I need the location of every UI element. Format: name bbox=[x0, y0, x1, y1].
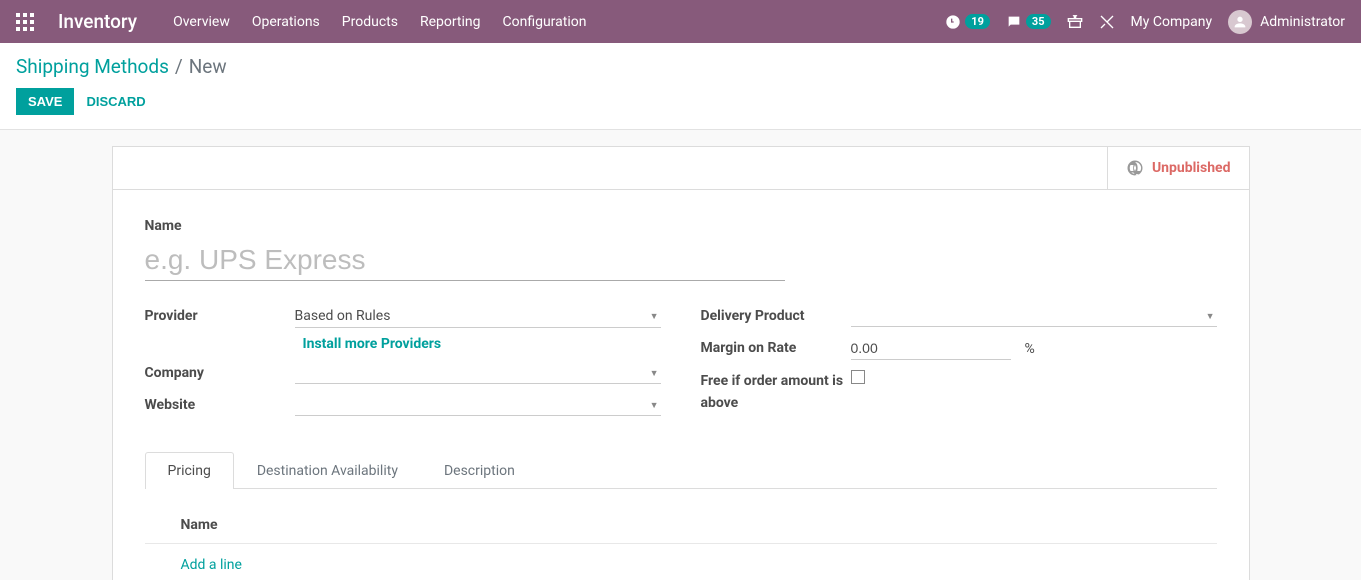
publish-label: Unpublished bbox=[1152, 160, 1231, 176]
delivery-product-value bbox=[851, 305, 1217, 327]
apps-icon[interactable] bbox=[16, 13, 34, 31]
messaging-button[interactable]: 35 bbox=[1006, 14, 1051, 30]
form-body: Name Provider Based on Rules Install mor… bbox=[113, 190, 1249, 580]
tab-content-pricing: Name Add a line bbox=[145, 489, 1217, 580]
avatar bbox=[1228, 10, 1252, 34]
menu-products[interactable]: Products bbox=[342, 14, 398, 30]
website-label: Website bbox=[145, 394, 295, 416]
menu-configuration[interactable]: Configuration bbox=[503, 14, 587, 30]
gift-icon[interactable] bbox=[1067, 14, 1083, 30]
install-providers-link[interactable]: Install more Providers bbox=[303, 336, 442, 352]
user-name: Administrator bbox=[1260, 14, 1345, 30]
breadcrumb-current: New bbox=[189, 55, 227, 78]
tab-pricing[interactable]: Pricing bbox=[145, 452, 234, 489]
margin-input[interactable] bbox=[851, 337, 1011, 360]
provider-label: Provider bbox=[145, 305, 295, 327]
company-value bbox=[295, 362, 661, 384]
menu-overview[interactable]: Overview bbox=[173, 14, 230, 30]
action-bar: SAVE DISCARD bbox=[0, 78, 1361, 130]
user-icon bbox=[1232, 14, 1248, 30]
discard-button[interactable]: DISCARD bbox=[86, 94, 145, 109]
chat-icon bbox=[1006, 14, 1022, 30]
margin-label: Margin on Rate bbox=[701, 337, 851, 359]
breadcrumb-separator: / bbox=[175, 55, 183, 78]
menu-operations[interactable]: Operations bbox=[252, 14, 320, 30]
delivery-product-label: Delivery Product bbox=[701, 305, 851, 327]
publish-bar: Unpublished bbox=[113, 147, 1249, 190]
form-right-column: Delivery Product Margin on Rate % Free i… bbox=[701, 305, 1217, 426]
form-sheet: Unpublished Name Provider Based on Rules… bbox=[112, 146, 1250, 580]
form-left-column: Provider Based on Rules Install more Pro… bbox=[145, 305, 661, 426]
tab-description[interactable]: Description bbox=[421, 452, 538, 489]
provider-select[interactable]: Based on Rules bbox=[295, 305, 661, 328]
free-order-label: Free if order amount is above bbox=[701, 370, 851, 414]
messaging-badge: 35 bbox=[1026, 14, 1051, 29]
app-brand[interactable]: Inventory bbox=[58, 10, 137, 33]
provider-value: Based on Rules bbox=[295, 305, 661, 328]
user-menu[interactable]: Administrator bbox=[1228, 10, 1345, 34]
tab-destination-availability[interactable]: Destination Availability bbox=[234, 452, 421, 489]
activity-button[interactable]: 19 bbox=[945, 14, 990, 30]
add-line-link[interactable]: Add a line bbox=[181, 557, 242, 573]
name-label: Name bbox=[145, 218, 1217, 234]
main-menu: Overview Operations Products Reporting C… bbox=[173, 14, 586, 30]
free-order-checkbox[interactable] bbox=[851, 370, 865, 384]
clock-icon bbox=[945, 14, 961, 30]
pricing-table-header: Name bbox=[145, 507, 1217, 544]
top-nav: Inventory Overview Operations Products R… bbox=[0, 0, 1361, 43]
website-select[interactable] bbox=[295, 394, 661, 416]
publish-toggle[interactable]: Unpublished bbox=[1107, 147, 1249, 189]
company-label: Company bbox=[145, 362, 295, 384]
breadcrumb-parent[interactable]: Shipping Methods bbox=[16, 55, 169, 78]
breadcrumb: Shipping Methods / New bbox=[16, 55, 1345, 78]
tabs-bar: Pricing Destination Availability Descrip… bbox=[145, 452, 1217, 489]
menu-reporting[interactable]: Reporting bbox=[420, 14, 481, 30]
website-value bbox=[295, 394, 661, 416]
breadcrumb-bar: Shipping Methods / New bbox=[0, 43, 1361, 78]
globe-icon bbox=[1126, 159, 1144, 177]
company-selector[interactable]: My Company bbox=[1131, 14, 1213, 30]
activity-badge: 19 bbox=[965, 14, 990, 29]
content-scroll[interactable]: Unpublished Name Provider Based on Rules… bbox=[0, 130, 1361, 580]
save-button[interactable]: SAVE bbox=[16, 88, 74, 115]
margin-unit: % bbox=[1024, 341, 1034, 357]
delivery-product-select[interactable] bbox=[851, 305, 1217, 327]
name-input[interactable] bbox=[145, 240, 785, 281]
company-select[interactable] bbox=[295, 362, 661, 384]
tools-icon[interactable] bbox=[1099, 14, 1115, 30]
